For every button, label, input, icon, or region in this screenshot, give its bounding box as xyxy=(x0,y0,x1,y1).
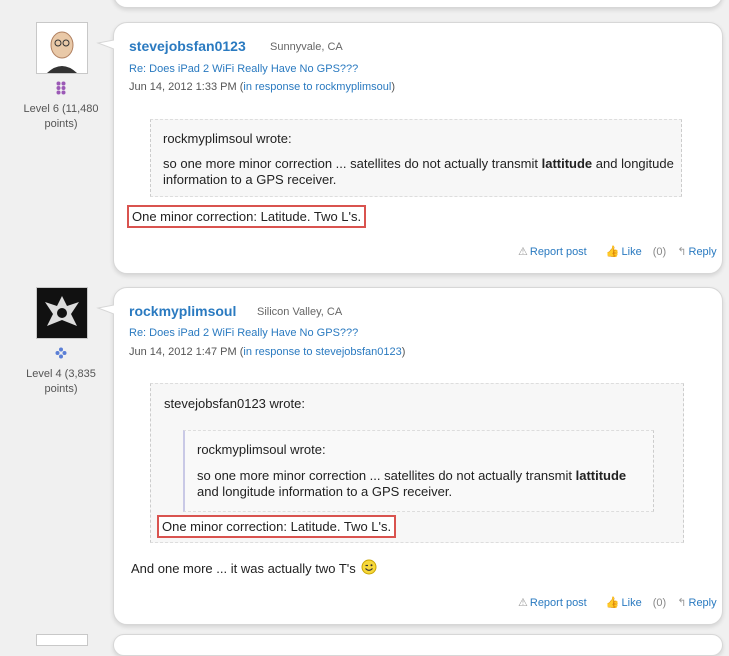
post-2-location: Silicon Valley, CA xyxy=(257,306,343,318)
report-post-button[interactable]: ⚠ Report post xyxy=(518,597,595,609)
level-text-line1: Level 6 (11,480 xyxy=(23,103,99,115)
quote-author: stevejobsfan0123 wrote: xyxy=(164,396,305,411)
person-avatar-icon xyxy=(37,23,87,73)
thumbs-up-icon: 👍 xyxy=(605,246,620,258)
post-2-actions: ⚠ Report post 👍 Like (0) ↰ Reply xyxy=(518,596,729,609)
post-1-location: Sunnyvale, CA xyxy=(270,41,343,53)
quote-author: rockmyplimsoul wrote: xyxy=(163,131,292,146)
level-4-badge-icon xyxy=(55,346,67,364)
nested-quote-block: rockmyplimsoul wrote: so one more minor … xyxy=(183,430,654,512)
post-1-quote-block: rockmyplimsoul wrote: so one more minor … xyxy=(150,119,682,197)
level-text-line2: points) xyxy=(44,118,78,130)
like-button[interactable]: 👍 Like (0) xyxy=(606,597,666,609)
next-post-avatar xyxy=(36,634,88,646)
post-1-date-line: Jun 14, 2012 1:33 PM (in response to roc… xyxy=(129,81,395,93)
next-post-card xyxy=(113,634,723,656)
level-text-line1: Level 4 (3,835 xyxy=(26,368,96,380)
reply-button[interactable]: ↰ Reply xyxy=(677,597,724,609)
in-response-link[interactable]: in response to stevejobsfan0123 xyxy=(243,346,401,358)
in-response-paren-close: ) xyxy=(401,346,406,358)
post-2-username[interactable]: rockmyplimsoul xyxy=(129,303,236,319)
post-1-actions: ⚠ Report post 👍 Like (0) ↰ Reply xyxy=(518,245,729,258)
speech-tail-icon xyxy=(96,304,114,314)
reply-arrow-icon: ↰ xyxy=(677,246,687,258)
wink-emoji-icon xyxy=(361,559,377,578)
post-2-user-level: Level 4 (3,835 points) xyxy=(14,367,108,397)
post-1-username[interactable]: stevejobsfan0123 xyxy=(129,38,246,54)
quote-bold-word: lattitude xyxy=(541,156,593,171)
post-2-author-avatar[interactable] xyxy=(36,287,88,339)
body-text: And one more ... it was actually two T's xyxy=(131,561,356,576)
post-1-user-level: Level 6 (11,480 points) xyxy=(14,102,108,132)
in-response-paren-close: ) xyxy=(391,81,395,93)
nested-quote-text: so one more minor correction ... satelli… xyxy=(197,468,637,500)
reply-label: Reply xyxy=(688,597,717,609)
post-date: Jun 14, 2012 1:33 PM xyxy=(129,81,237,93)
nested-quote-author: rockmyplimsoul wrote: xyxy=(197,442,326,457)
post-1-author-avatar[interactable] xyxy=(36,22,88,74)
warning-icon: ⚠ xyxy=(518,246,528,258)
quote-text: so one more minor correction ... satelli… xyxy=(163,156,675,188)
like-label: Like xyxy=(621,597,642,609)
like-label: Like xyxy=(621,246,642,258)
nested-quote-bold-word: lattitude xyxy=(575,468,627,483)
in-response-link[interactable]: in response to rockmyplimsoul xyxy=(243,81,391,93)
warning-icon: ⚠ xyxy=(518,597,528,609)
like-count: (0) xyxy=(652,246,667,258)
quote-text-start: so one more minor correction ... satelli… xyxy=(163,156,542,171)
thumbs-up-icon: 👍 xyxy=(605,597,620,609)
report-label: Report post xyxy=(529,597,587,609)
post-1-subject-link[interactable]: Re: Does iPad 2 WiFi Really Have No GPS?… xyxy=(129,63,358,75)
reply-label: Reply xyxy=(688,246,717,258)
post-date: Jun 14, 2012 1:47 PM xyxy=(129,346,237,358)
post-2-highlighted-correction: One minor correction: Latitude. Two L's. xyxy=(157,515,397,538)
post-2-body-text: And one more ... it was actually two T's xyxy=(131,559,377,578)
like-button[interactable]: 👍 Like (0) xyxy=(606,246,666,258)
reply-arrow-icon: ↰ xyxy=(677,597,687,609)
speech-tail-icon xyxy=(96,39,114,49)
level-text-line2: points) xyxy=(44,383,78,395)
eagle-emblem-icon xyxy=(37,288,87,338)
reply-button[interactable]: ↰ Reply xyxy=(677,246,724,258)
post-2-subject-link[interactable]: Re: Does iPad 2 WiFi Really Have No GPS?… xyxy=(129,327,358,339)
like-count: (0) xyxy=(652,597,667,609)
previous-post-card xyxy=(113,0,723,8)
level-6-badge-icon xyxy=(56,81,66,100)
report-post-button[interactable]: ⚠ Report post xyxy=(518,246,595,258)
report-label: Report post xyxy=(529,246,587,258)
post-1-highlighted-correction: One minor correction: Latitude. Two L's. xyxy=(127,205,367,228)
nested-quote-text-end: and longitude information to a GPS recei… xyxy=(197,484,453,499)
nested-quote-text-start: so one more minor correction ... satelli… xyxy=(197,468,576,483)
post-2-date-line: Jun 14, 2012 1:47 PM (in response to ste… xyxy=(129,346,405,358)
